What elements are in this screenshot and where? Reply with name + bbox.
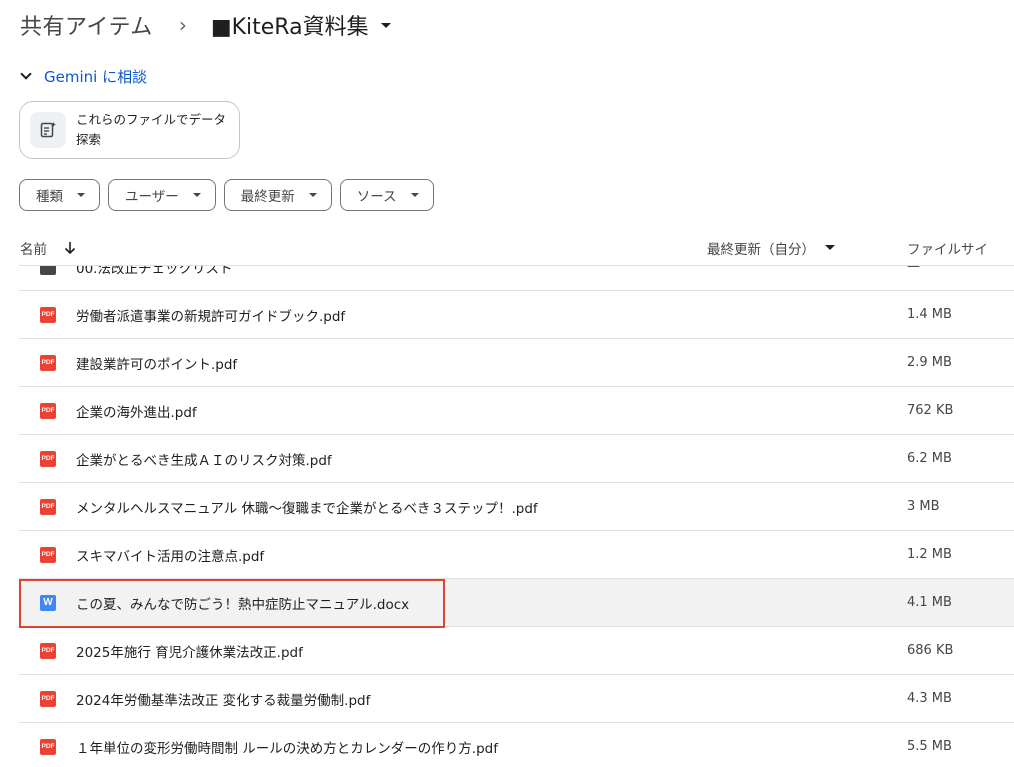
file-name: 労働者派遣事業の新規許可ガイドブック.pdf [76,308,346,325]
breadcrumb-shared-items[interactable]: 共有アイテム [20,9,153,41]
breadcrumb: 共有アイテム › ■KiteRa資料集 [20,8,391,42]
file-size: 686 KB [907,643,954,658]
table-row[interactable]: PDF １年単位の変形労働時間制 ルールの決め方とカレンダーの作り方.pdf 5… [19,723,1014,767]
column-name-header[interactable]: 名前 [20,238,77,258]
suggestion-text: これらのファイルでデータ探索 [76,112,227,147]
breadcrumb-current-folder[interactable]: ■KiteRa資料集 [211,9,391,41]
pdf-icon: PDF [40,450,56,467]
table-row[interactable]: PDF メンタルヘルスマニュアル 休職〜復職まで企業がとるべき３ステップ！.pd… [19,483,1014,531]
table-row[interactable]: PDF 企業がとるべき生成ＡＩのリスク対策.pdf 6.2 MB [19,435,1014,483]
table-row[interactable]: PDF 労働者派遣事業の新規許可ガイドブック.pdf 1.4 MB [19,291,1014,339]
caret-down-icon [410,193,419,197]
file-name: この夏、みんなで防ごう！熱中症防止マニュアル.docx [76,596,410,613]
breadcrumb-separator-icon: › [178,13,187,37]
file-name: 企業の海外進出.pdf [76,404,197,421]
table-row[interactable]: PDF 建設業許可のポイント.pdf 2.9 MB [19,339,1014,387]
table-row[interactable]: PDF 2025年施行 育児介護休業法改正.pdf 686 KB [19,627,1014,675]
column-size-label: ファイルサイ [907,241,988,258]
column-name-label: 名前 [20,241,47,258]
file-size: 2.9 MB [907,355,952,370]
filter-modified-label: 最終更新 [240,189,295,205]
file-name: 2024年労働基準法改正 変化する裁量労働制.pdf [76,692,371,709]
pdf-icon: PDF [40,402,56,419]
file-size: 3 MB [907,499,940,514]
pdf-icon: PDF [40,642,56,659]
filter-user-label: ユーザー [125,189,179,205]
caret-down-icon [192,193,201,197]
gemini-toggle[interactable]: Gemini に相談 [20,64,148,88]
column-size-header[interactable]: ファイルサイ [907,238,988,258]
caret-down-icon [380,22,391,28]
table-row[interactable]: PDF スキマバイト活用の注意点.pdf 1.2 MB [19,531,1014,579]
pdf-icon: PDF [40,690,56,707]
arrow-down-icon[interactable] [63,241,77,255]
pdf-icon: PDF [40,738,56,755]
explore-data-suggestion[interactable]: これらのファイルでデータ探索 [19,101,240,159]
file-size: 5.5 MB [907,739,952,754]
file-name: スキマバイト活用の注意点.pdf [76,548,265,565]
caret-down-icon [825,245,835,250]
column-modified-header[interactable]: 最終更新（自分） [707,238,835,258]
table-row[interactable]: PDF 2024年労働基準法改正 変化する裁量労働制.pdf 4.3 MB [19,675,1014,723]
pdf-icon: PDF [40,546,56,563]
file-name: メンタルヘルスマニュアル 休職〜復職まで企業がとるべき３ステップ！.pdf [76,500,538,517]
table-row-selected[interactable]: W この夏、みんなで防ごう！熱中症防止マニュアル.docx 4.1 MB [19,579,1014,628]
file-size: 4.1 MB [907,595,952,610]
pdf-icon: PDF [40,306,56,323]
sparkle-document-icon [30,112,66,148]
file-name: １年単位の変形労働時間制 ルールの決め方とカレンダーの作り方.pdf [76,740,498,757]
file-list: 00.法改正チェックリスト — PDF 労働者派遣事業の新規許可ガイドブック.p… [19,243,1014,767]
filter-source[interactable]: ソース [339,179,434,211]
word-doc-icon: W [40,594,56,611]
pdf-icon: PDF [40,498,56,515]
table-header: 名前 最終更新（自分） ファイルサイ [19,230,1014,266]
filter-type[interactable]: 種類 [19,179,100,211]
filter-type-label: 種類 [36,189,63,205]
filter-source-label: ソース [356,189,397,205]
file-size: 1.4 MB [907,307,952,322]
file-size: 4.3 MB [907,691,952,706]
file-size: 762 KB [907,403,954,418]
current-folder-title: ■KiteRa資料集 [210,15,369,40]
table-row[interactable]: PDF 企業の海外進出.pdf 762 KB [19,387,1014,435]
file-name: 企業がとるべき生成ＡＩのリスク対策.pdf [76,452,332,469]
file-name: 建設業許可のポイント.pdf [76,356,238,373]
filter-bar: 種類 ユーザー 最終更新 ソース [19,179,434,211]
file-name: 2025年施行 育児介護休業法改正.pdf [76,644,303,661]
file-size: 6.2 MB [907,451,952,466]
column-modified-label: 最終更新（自分） [707,241,815,258]
caret-down-icon [308,193,317,197]
gemini-label: Gemini に相談 [44,67,148,86]
pdf-icon: PDF [40,354,56,371]
caret-down-icon [77,193,85,197]
filter-modified[interactable]: 最終更新 [223,179,332,211]
file-size: 1.2 MB [907,547,952,562]
filter-user[interactable]: ユーザー [108,179,216,211]
chevron-down-icon [20,68,32,80]
